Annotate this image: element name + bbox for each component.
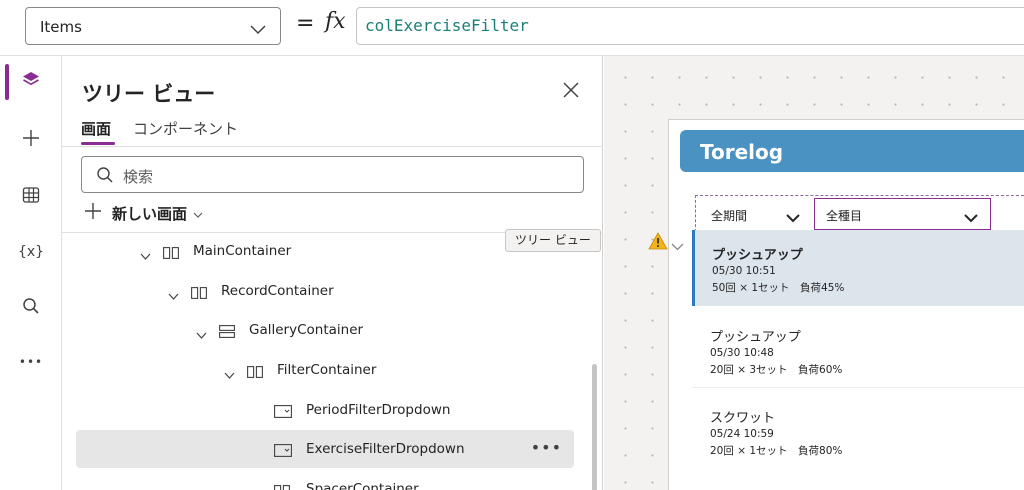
warning-icon[interactable]	[648, 232, 668, 254]
tree-node-label: FilterContainer	[277, 362, 377, 378]
record-date: 05/30 10:51	[712, 265, 776, 277]
tree-node-filtercontainer[interactable]: FilterContainer	[76, 351, 574, 389]
scrollbar[interactable]	[592, 364, 597, 490]
chevron-down-icon	[786, 208, 800, 227]
more-options-button[interactable]: •••	[531, 438, 562, 457]
active-tab-indicator	[81, 142, 115, 145]
tab-screens[interactable]: 画面	[81, 118, 111, 139]
tree-node-maincontainer[interactable]: MainContainer	[76, 232, 574, 270]
gallery-item[interactable]: プッシュアップ 05/30 10:51 50回 × 1セット 負荷45%	[692, 230, 1024, 306]
exercise-name: スクワット	[710, 411, 776, 426]
tree-node-label: PeriodFilterDropdown	[306, 402, 451, 418]
record-date: 05/30 10:48	[710, 347, 774, 359]
tree-node-gallerycontainer[interactable]: GalleryContainer	[76, 311, 574, 349]
more-rail-button[interactable]: •••	[0, 342, 62, 382]
property-dropdown[interactable]: Items	[25, 7, 281, 45]
chevron-down-icon	[193, 204, 203, 223]
horizontal-container-icon	[191, 284, 207, 303]
plus-icon	[84, 202, 102, 224]
tree-view-panel: ツリー ビュー 画面 コンポーネント 検索 新しい画面 MainContaine…	[62, 56, 603, 490]
tree-node-label: SpacerContainer	[306, 481, 419, 490]
chevron-down-icon	[964, 208, 978, 227]
divider	[62, 146, 603, 147]
equals-sign: =	[296, 11, 315, 36]
tree-view-rail-button[interactable]	[0, 62, 62, 102]
variables-icon: {x}	[17, 244, 45, 260]
data-rail-button[interactable]	[0, 177, 62, 217]
insert-rail-button[interactable]	[0, 120, 62, 160]
search-input[interactable]: 検索	[81, 156, 584, 193]
table-icon	[21, 185, 41, 209]
chevron-down-icon[interactable]	[671, 236, 684, 255]
tree-node-label: ExerciseFilterDropdown	[306, 441, 465, 457]
close-icon[interactable]	[559, 78, 583, 102]
property-value: Items	[40, 18, 82, 36]
search-placeholder: 検索	[123, 168, 154, 186]
search-icon	[96, 166, 114, 188]
exercise-filter-dropdown[interactable]: 全種目	[814, 198, 991, 230]
gallery-item[interactable]: スクワット 05/24 10:59 20回 × 1セット 負荷80%	[692, 393, 1024, 469]
tree-node-spacercontainer[interactable]: SpacerContainer	[76, 470, 574, 490]
formula-text: colExerciseFilter	[365, 16, 529, 35]
fx-icon[interactable]: fx	[325, 9, 346, 34]
exercise-name: プッシュアップ	[710, 330, 801, 345]
chevron-down-icon	[250, 20, 266, 39]
chevron-down-icon[interactable]	[140, 246, 151, 265]
formula-bar: Items = fx colExerciseFilter	[0, 0, 1024, 56]
tree-node-recordcontainer[interactable]: RecordContainer	[76, 272, 574, 310]
record-date: 05/24 10:59	[710, 428, 774, 440]
search-icon	[21, 296, 41, 320]
new-screen-button[interactable]: 新しい画面	[84, 201, 203, 225]
record-detail: 20回 × 1セット 負荷80%	[710, 445, 843, 457]
horizontal-container-icon	[247, 363, 263, 382]
tree-node-label: MainContainer	[193, 243, 292, 259]
new-screen-label: 新しい画面	[112, 204, 188, 223]
chevron-down-icon[interactable]	[224, 365, 235, 384]
power-apps-studio: Items = fx colExerciseFilter {x} ••• ツリー…	[0, 0, 1024, 490]
chevron-down-icon[interactable]	[196, 325, 207, 344]
formula-input[interactable]: colExerciseFilter	[356, 7, 1024, 45]
layers-icon	[21, 70, 41, 94]
period-filter-value: 全期間	[711, 209, 748, 223]
exercise-filter-value: 全種目	[826, 209, 863, 223]
dropdown-control-icon	[274, 442, 292, 461]
variables-rail-button[interactable]: {x}	[0, 232, 62, 272]
record-detail: 20回 × 3セット 負荷60%	[710, 364, 843, 376]
tab-components[interactable]: コンポーネント	[133, 118, 238, 139]
horizontal-container-icon	[274, 482, 290, 490]
app-title: Torelog	[700, 140, 784, 164]
plus-icon	[21, 128, 41, 152]
exercise-name: プッシュアップ	[712, 248, 803, 263]
tooltip: ツリー ビュー	[505, 229, 601, 252]
tree-node-exercisefilterdropdown[interactable]: ExerciseFilterDropdown •••	[76, 430, 574, 468]
period-filter-dropdown[interactable]: 全期間	[700, 199, 812, 229]
horizontal-container-icon	[163, 244, 179, 263]
tree-node-periodfilterdropdown[interactable]: PeriodFilterDropdown	[76, 391, 574, 429]
gallery-item[interactable]: プッシュアップ 05/30 10:48 20回 × 3セット 負荷60%	[692, 312, 1024, 388]
chevron-down-icon[interactable]	[168, 286, 179, 305]
panel-title: ツリー ビュー	[82, 82, 216, 106]
app-header[interactable]: Torelog	[680, 130, 1024, 172]
tree-node-label: GalleryContainer	[249, 322, 364, 338]
vertical-container-icon	[219, 323, 235, 342]
dropdown-control-icon	[274, 403, 292, 422]
more-icon: •••	[18, 355, 44, 369]
record-detail: 50回 × 1セット 負荷45%	[712, 282, 845, 294]
tree-node-label: RecordContainer	[221, 283, 334, 299]
divider	[692, 387, 1024, 388]
search-rail-button[interactable]	[0, 288, 62, 328]
left-rail: {x} •••	[0, 56, 62, 490]
